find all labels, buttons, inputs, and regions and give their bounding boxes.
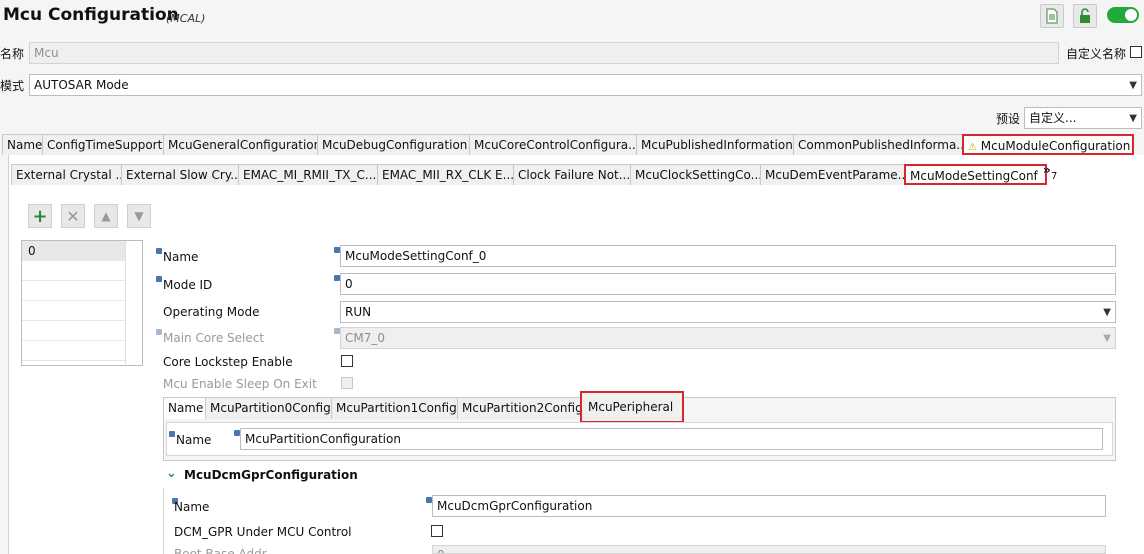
tab-mcu-module-configuration[interactable]: ⚠ McuModuleConfiguration (962, 134, 1134, 155)
tab-mcu-debug-configuration[interactable]: McuDebugConfiguration (317, 134, 470, 155)
preset-select-value: 自定义... (1029, 111, 1077, 125)
move-up-button[interactable]: ▲ (94, 204, 118, 228)
inner-tab-partition1[interactable]: McuPartition1Config (331, 398, 458, 419)
tab-mcu-clock-setting-config[interactable]: McuClockSettingCo... (630, 164, 761, 185)
chevron-down-icon: ▼ (1129, 113, 1137, 124)
inner-tab-partition2[interactable]: McuPartition2Config (457, 398, 583, 419)
chevron-down-icon: ▼ (1103, 333, 1111, 344)
mode-select-value: AUTOSAR Mode (34, 78, 129, 92)
main-core-select-label: Main Core Select (163, 331, 265, 345)
instance-list: 0 (21, 240, 143, 366)
page-title: Mcu Configuration (3, 5, 179, 25)
tab-mcu-module-configuration-label: McuModuleConfiguration (980, 139, 1131, 153)
top-tab-bar: Name ConfigTimeSupport McuGeneralConfigu… (2, 134, 1134, 155)
info-icon (156, 248, 162, 254)
list-item-empty (22, 301, 125, 321)
dcm-section-title[interactable]: McuDcmGprConfiguration (184, 468, 358, 482)
custom-name-label: 自定义名称 (1066, 47, 1127, 61)
unlock-icon (1080, 8, 1090, 23)
operating-mode-value: RUN (345, 305, 372, 319)
sleep-on-exit-label: Mcu Enable Sleep On Exit (163, 377, 317, 391)
tab-mcu-published-information[interactable]: McuPublishedInformation (636, 134, 794, 155)
preset-label: 预设 (996, 112, 1021, 126)
tab-common-published-information[interactable]: CommonPublishedInforma... (793, 134, 963, 155)
sleep-on-exit-checkbox (341, 377, 353, 389)
main-core-select-value: CM7_0 (345, 331, 386, 345)
tab-clock-failure-notification[interactable]: Clock Failure Not... (513, 164, 631, 185)
list-item-empty (22, 281, 125, 301)
tab-mcu-general-configuration[interactable]: McuGeneralConfiguration (163, 134, 318, 155)
name-field[interactable]: Mcu (29, 42, 1059, 64)
enable-toggle[interactable] (1107, 7, 1139, 23)
name-form-label: Name (163, 250, 199, 264)
warning-icon: ⚠ (968, 142, 977, 153)
add-button[interactable]: + (28, 204, 52, 228)
inner-tab-mcu-peripheral[interactable]: McuPeripheral (580, 391, 684, 423)
partition-name-label: Name (176, 433, 212, 447)
document-icon (1046, 8, 1058, 24)
dcm-name-label: Name (174, 500, 210, 514)
lock-button[interactable] (1073, 4, 1097, 28)
close-icon: ✕ (66, 206, 80, 226)
info-icon (156, 329, 162, 335)
mode-label: 模式 (0, 79, 25, 93)
tab-mcu-dem-event-parameter[interactable]: McuDemEventParame... (760, 164, 905, 185)
inner-tab-name[interactable]: Name (164, 398, 206, 419)
dcm-name-field[interactable]: McuDcmGprConfiguration (432, 495, 1106, 517)
info-icon (169, 431, 175, 437)
list-item-empty (22, 261, 125, 281)
partial-field: 0 (432, 545, 1106, 554)
mode-id-field[interactable]: 0 (340, 273, 1116, 295)
partition-name-field[interactable]: McuPartitionConfiguration (240, 428, 1103, 450)
mode-setting-name-field[interactable]: McuModeSettingConf_0 (340, 245, 1116, 267)
chevron-down-icon: ▼ (134, 209, 144, 223)
list-item[interactable]: 0 (22, 241, 125, 261)
tab-external-slow-crystal[interactable]: External Slow Cry... (121, 164, 239, 185)
custom-name-checkbox[interactable] (1130, 46, 1142, 58)
inner-tab-partition0[interactable]: McuPartition0Config (205, 398, 332, 419)
inner-tab-bar: Name McuPartition0Config McuPartition1Co… (164, 398, 583, 419)
tabs-overflow-icon[interactable]: » (1043, 163, 1051, 177)
operating-mode-label: Operating Mode (163, 305, 260, 319)
list-item-empty (22, 321, 125, 341)
tab-config-time-support[interactable]: ConfigTimeSupport (42, 134, 164, 155)
tab-external-crystal[interactable]: External Crystal ... (11, 164, 122, 185)
mode-id-label: Mode ID (163, 278, 213, 292)
expand-chevron-icon[interactable]: ⌄ (166, 466, 177, 481)
name-label: 名称 (0, 47, 25, 61)
tab-name[interactable]: Name (2, 134, 43, 155)
chevron-down-icon: ▼ (1103, 307, 1111, 318)
dcm-gpr-control-label: DCM_GPR Under MCU Control (174, 525, 352, 539)
core-lockstep-label: Core Lockstep Enable (163, 355, 293, 369)
operating-mode-select[interactable]: RUN ▼ (340, 301, 1116, 323)
tab-emac-mi-rmii-tx[interactable]: EMAC_MI_RMII_TX_C... (238, 164, 378, 185)
tabs-overflow-count: 7 (1051, 171, 1058, 182)
partial-field-label: Boot Base Addr (174, 547, 267, 554)
document-button[interactable] (1040, 4, 1064, 28)
plus-icon: + (32, 205, 48, 227)
chevron-up-icon: ▲ (101, 209, 111, 223)
main-core-select: CM7_0 ▼ (340, 327, 1116, 349)
tab-mcu-mode-setting-conf[interactable]: McuModeSettingConf (904, 164, 1047, 185)
info-icon (156, 276, 162, 282)
mode-select[interactable]: AUTOSAR Mode ▼ (29, 74, 1142, 96)
tab-mcu-core-control-configuration[interactable]: McuCoreControlConfigura... (469, 134, 637, 155)
core-lockstep-checkbox[interactable] (341, 355, 353, 367)
delete-button[interactable]: ✕ (61, 204, 85, 228)
tab-emac-mii-rx-clk[interactable]: EMAC_MII_RX_CLK E... (377, 164, 514, 185)
move-down-button[interactable]: ▼ (127, 204, 151, 228)
list-column-divider (125, 241, 126, 365)
dcm-gpr-control-checkbox[interactable] (431, 525, 443, 537)
chevron-down-icon: ▼ (1129, 80, 1137, 91)
preset-select[interactable]: 自定义... ▼ (1024, 107, 1142, 129)
list-item-empty (22, 341, 125, 361)
page-subtitle: (MCAL) (166, 12, 206, 25)
sub-tab-bar: External Crystal ... External Slow Cry..… (11, 164, 1047, 185)
